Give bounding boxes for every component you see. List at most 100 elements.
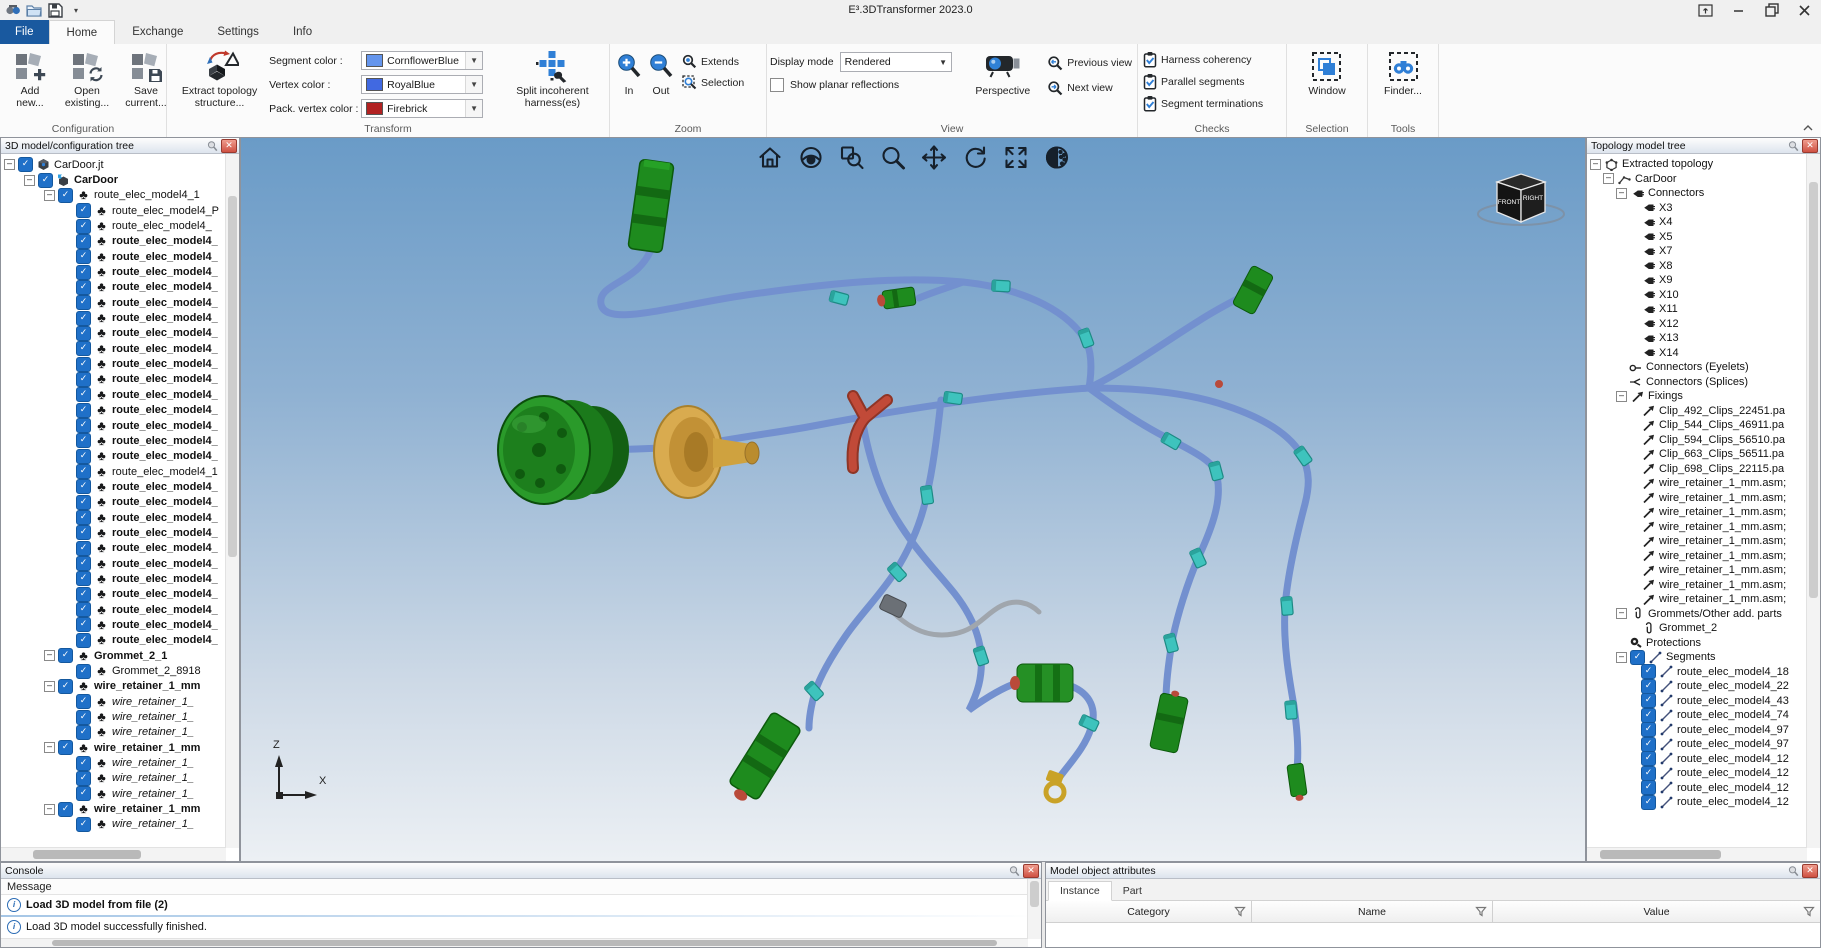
tree-row[interactable]: X7 — [1587, 244, 1807, 259]
tree-row[interactable]: ✓♣route_elec_model4_ — [1, 387, 226, 402]
next-view-button[interactable]: Next view — [1045, 79, 1134, 97]
segment-color-combo[interactable]: CornflowerBlue ▼ — [361, 51, 483, 70]
tree-checkbox[interactable]: ✓ — [76, 295, 91, 310]
console-vertical-scrollbar[interactable] — [1027, 879, 1041, 939]
tree-row[interactable]: wire_retainer_1_mm.asm; — [1587, 563, 1807, 578]
tree-row[interactable]: –CarDoor — [1587, 172, 1807, 187]
tree-row[interactable]: –Fixings — [1587, 389, 1807, 404]
zoom-region-icon[interactable] — [838, 143, 866, 171]
tree-row[interactable]: wire_retainer_1_mm.asm; — [1587, 491, 1807, 506]
tree-row[interactable]: Protections — [1587, 636, 1807, 651]
minimize-button[interactable] — [1722, 0, 1755, 20]
tree-checkbox[interactable]: ✓ — [1641, 708, 1656, 723]
tree-row[interactable]: –✓♣wire_retainer_1_mm — [1, 740, 226, 755]
tree-row[interactable]: –✓♣wire_retainer_1_mm — [1, 679, 226, 694]
tree-checkbox[interactable]: ✓ — [76, 372, 91, 387]
rotate-icon[interactable] — [961, 143, 989, 171]
tree-checkbox[interactable]: ✓ — [76, 664, 91, 679]
console-message-column-header[interactable]: Message — [1, 879, 1041, 895]
tree-row[interactable]: ✓♣wire_retainer_1_ — [1, 755, 226, 770]
tree-row[interactable]: ✓♣route_elec_model4_ — [1, 264, 226, 279]
tree-checkbox[interactable]: ✓ — [76, 602, 91, 617]
tree-row[interactable]: ✓♣route_elec_model4_ — [1, 234, 226, 249]
zoom-selection-button[interactable]: Selection — [680, 74, 746, 91]
console-horizontal-scrollbar[interactable] — [1, 938, 1028, 947]
tree-checkbox[interactable]: ✓ — [76, 495, 91, 510]
tree-row[interactable]: ✓♣route_elec_model4_ — [1, 525, 226, 540]
tree-checkbox[interactable]: ✓ — [76, 771, 91, 786]
perspective-button[interactable]: Perspective — [966, 45, 1039, 122]
tree-row[interactable]: Clip_492_Clips_22451.pa — [1587, 404, 1807, 419]
tree-checkbox[interactable]: ✓ — [76, 249, 91, 264]
tree-row[interactable]: ✓♣route_elec_model4_ — [1, 633, 226, 648]
tree-row[interactable]: ✓♣route_elec_model4_ — [1, 449, 226, 464]
tree-row[interactable]: wire_retainer_1_mm.asm; — [1587, 592, 1807, 607]
tree-row[interactable]: ✓route_elec_model4_97 — [1587, 737, 1807, 752]
tree-row[interactable]: wire_retainer_1_mm.asm; — [1587, 505, 1807, 520]
expand-toggle[interactable]: – — [1616, 608, 1627, 619]
tree-row[interactable]: ✓route_elec_model4_18 — [1587, 665, 1807, 680]
pin-icon[interactable] — [1787, 140, 1800, 152]
close-panel-icon[interactable]: ✕ — [221, 139, 237, 153]
tree-row[interactable]: ✓♣route_elec_model4_ — [1, 617, 226, 632]
expand-toggle[interactable]: – — [1616, 652, 1627, 663]
tree-row[interactable]: ✓♣route_elec_model4_ — [1, 495, 226, 510]
tree-row[interactable]: X13 — [1587, 331, 1807, 346]
tree-checkbox[interactable]: ✓ — [58, 802, 73, 817]
tree-checkbox[interactable]: ✓ — [76, 510, 91, 525]
tree-row[interactable]: ✓route_elec_model4_43 — [1587, 694, 1807, 709]
tab-instance[interactable]: Instance — [1048, 881, 1112, 901]
pan-icon[interactable] — [920, 143, 948, 171]
tree-row[interactable]: –Grommets/Other add. parts — [1587, 607, 1807, 622]
tree-checkbox[interactable]: ✓ — [76, 341, 91, 356]
tab-part[interactable]: Part — [1112, 882, 1153, 900]
tree-row[interactable]: ✓route_elec_model4_12 — [1587, 766, 1807, 781]
shading-icon[interactable] — [1043, 143, 1071, 171]
tree-checkbox[interactable]: ✓ — [76, 449, 91, 464]
tree-row[interactable]: wire_retainer_1_mm.asm; — [1587, 476, 1807, 491]
expand-toggle[interactable]: – — [44, 190, 55, 201]
tree-row[interactable]: ✓♣route_elec_model4_ — [1, 479, 226, 494]
tree-row[interactable]: X5 — [1587, 230, 1807, 245]
tree-row[interactable]: ✓♣route_elec_model4_ — [1, 295, 226, 310]
tree-row[interactable]: ✓♣route_elec_model4_ — [1, 571, 226, 586]
tab-settings[interactable]: Settings — [200, 20, 276, 44]
tree-row[interactable]: ✓♣route_elec_model4_ — [1, 556, 226, 571]
tree-row[interactable]: ✓route_elec_model4_12 — [1587, 795, 1807, 810]
add-new-button[interactable]: Add new... — [3, 45, 57, 122]
tree-checkbox[interactable]: ✓ — [76, 786, 91, 801]
dock-window-button[interactable] — [1689, 0, 1722, 20]
tree-row[interactable]: –✓♣wire_retainer_1_mm — [1, 801, 226, 816]
tab-file[interactable]: File — [0, 20, 49, 44]
tree-checkbox[interactable]: ✓ — [76, 817, 91, 832]
tree-row[interactable]: –✓♣Grommet_2_1 — [1, 648, 226, 663]
tree-checkbox[interactable]: ✓ — [1641, 664, 1656, 679]
tree-checkbox[interactable]: ✓ — [58, 188, 73, 203]
tree-row[interactable]: Clip_594_Clips_56510.pa — [1587, 433, 1807, 448]
tree-checkbox[interactable]: ✓ — [76, 403, 91, 418]
expand-toggle[interactable]: – — [1616, 391, 1627, 402]
tree-checkbox[interactable]: ✓ — [1641, 766, 1656, 781]
tree-row[interactable]: –Extracted topology — [1587, 157, 1807, 172]
tree-row[interactable]: X9 — [1587, 273, 1807, 288]
left-tree-vertical-scrollbar[interactable] — [225, 154, 239, 848]
tree-row[interactable]: Clip_544_Clips_46911.pa — [1587, 418, 1807, 433]
tree-row[interactable]: ✓♣route_elec_model4_ — [1, 280, 226, 295]
expand-toggle[interactable]: – — [24, 175, 35, 186]
tree-checkbox[interactable]: ✓ — [76, 387, 91, 402]
tree-row[interactable]: wire_retainer_1_mm.asm; — [1587, 534, 1807, 549]
tree-row[interactable]: X4 — [1587, 215, 1807, 230]
tree-row[interactable]: ✓♣route_elec_model4_1 — [1, 464, 226, 479]
tree-checkbox[interactable]: ✓ — [1641, 679, 1656, 694]
tree-row[interactable]: ✓route_elec_model4_22 — [1587, 679, 1807, 694]
tree-row[interactable]: X10 — [1587, 288, 1807, 303]
tree-row[interactable]: ✓♣wire_retainer_1_ — [1, 771, 226, 786]
tree-row[interactable]: X8 — [1587, 259, 1807, 274]
tree-checkbox[interactable]: ✓ — [76, 203, 91, 218]
tree-checkbox[interactable]: ✓ — [76, 694, 91, 709]
home-icon[interactable] — [756, 143, 784, 171]
tree-checkbox[interactable]: ✓ — [76, 479, 91, 494]
tree-checkbox[interactable]: ✓ — [1641, 737, 1656, 752]
segment-color-dropdown-icon[interactable]: ▼ — [465, 52, 482, 69]
zoom-in-button[interactable]: In — [613, 45, 645, 122]
